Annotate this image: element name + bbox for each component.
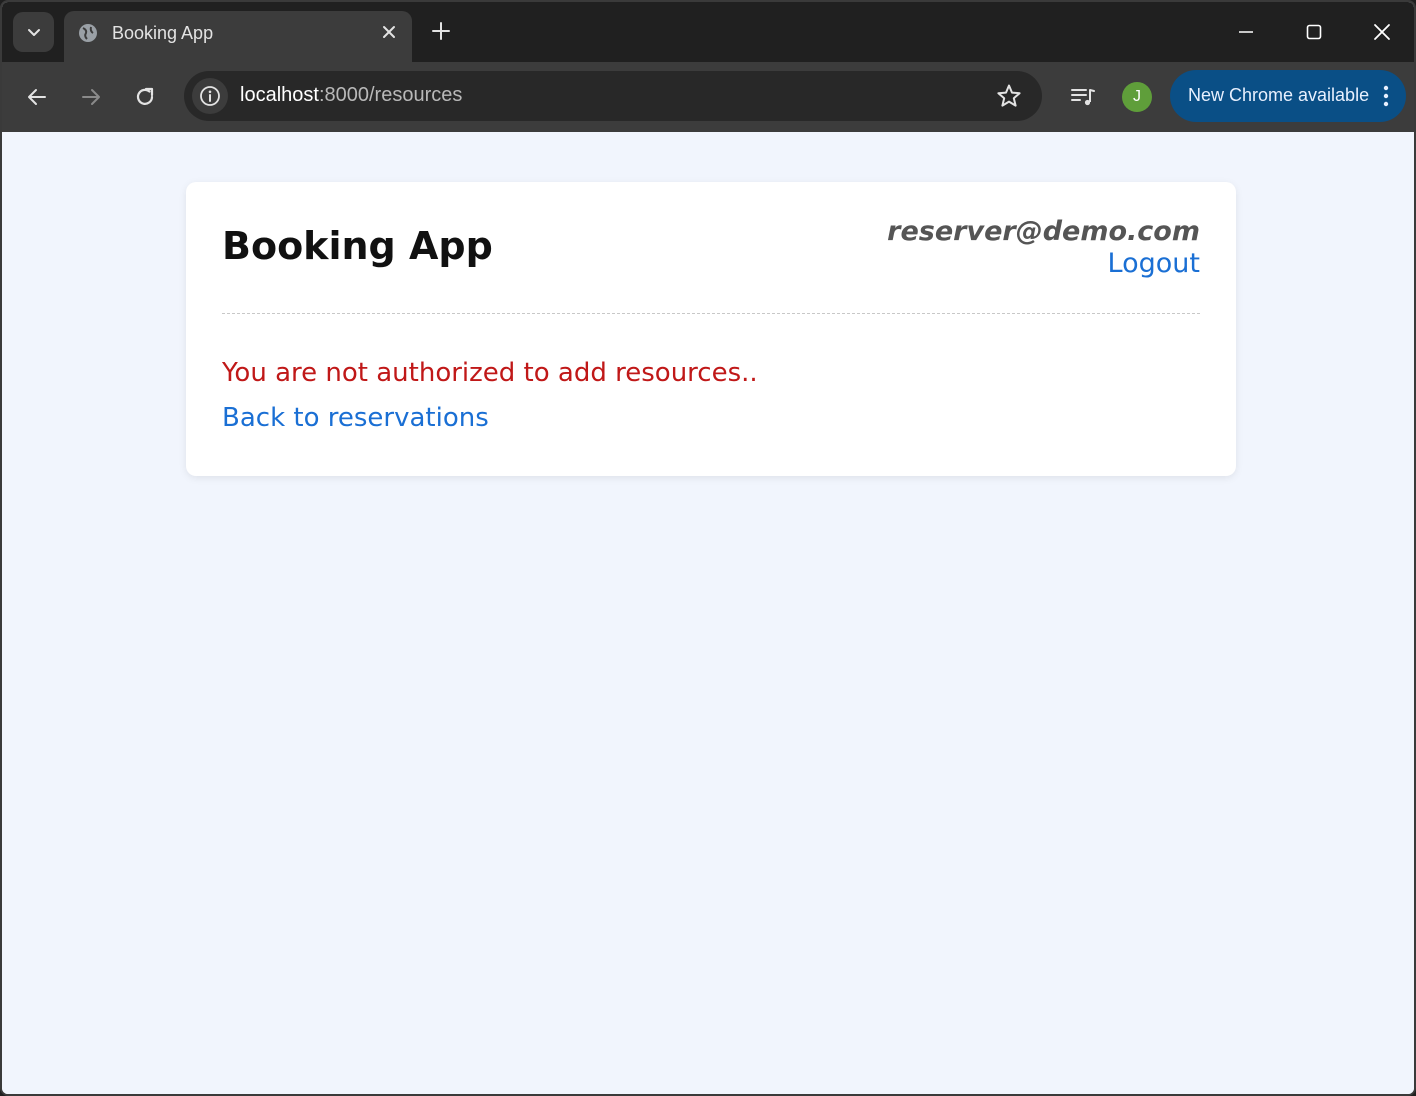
error-message: You are not authorized to add resources.… — [222, 358, 758, 388]
browser-window: Booking App localhost:8000/resources J N… — [0, 0, 1416, 1096]
user-email: reserver@demo.com — [887, 216, 1200, 247]
logout-link[interactable]: Logout — [1108, 248, 1200, 280]
tab-booking-app[interactable]: Booking App — [64, 11, 412, 62]
close-tab-icon[interactable] — [380, 23, 398, 41]
back-button[interactable] — [23, 83, 51, 111]
user-box: reserver@demo.com Logout — [887, 216, 1200, 280]
reload-icon — [136, 87, 154, 105]
chevron-down-icon — [27, 29, 40, 36]
tab-title: Booking App — [112, 23, 214, 43]
maximize-button[interactable] — [1300, 18, 1328, 46]
site-info-button[interactable] — [192, 78, 228, 114]
tab-search-button[interactable] — [13, 12, 54, 52]
new-chrome-available-button[interactable]: New Chrome available — [1170, 70, 1406, 122]
bookmark-star-icon[interactable] — [996, 83, 1022, 109]
profile-initial: J — [1133, 88, 1141, 105]
info-icon — [200, 86, 220, 106]
arrow-right-icon — [82, 89, 100, 105]
page-title: Booking App — [222, 224, 493, 268]
globe-icon — [79, 24, 97, 42]
url-host: localhost — [240, 84, 319, 106]
update-label: New Chrome available — [1188, 85, 1370, 105]
new-tab-icon[interactable] — [430, 20, 452, 42]
profile-avatar[interactable]: J — [1122, 82, 1152, 112]
divider — [222, 313, 1200, 314]
close-window-button[interactable] — [1368, 18, 1396, 46]
tab-strip: Booking App — [2, 2, 1414, 62]
minimize-icon — [1239, 31, 1253, 33]
more-vert-icon[interactable] — [1382, 84, 1390, 108]
browser-toolbar: localhost:8000/resources J New Chrome av… — [2, 62, 1414, 132]
url-text[interactable]: localhost:8000/resources — [240, 84, 462, 107]
back-to-reservations-link[interactable]: Back to reservations — [222, 403, 489, 433]
address-bar[interactable]: localhost:8000/resources — [184, 71, 1042, 121]
content-card: Booking App reserver@demo.com Logout You… — [186, 182, 1236, 476]
url-path: :8000/resources — [318, 84, 463, 106]
close-icon — [1374, 24, 1390, 40]
reload-button[interactable] — [131, 83, 159, 111]
page-viewport: Booking App reserver@demo.com Logout You… — [2, 132, 1414, 1094]
forward-button[interactable] — [77, 83, 105, 111]
arrow-left-icon — [28, 89, 46, 105]
media-controls-icon[interactable] — [1070, 84, 1096, 110]
minimize-button[interactable] — [1232, 18, 1260, 46]
maximize-icon — [1306, 24, 1322, 40]
